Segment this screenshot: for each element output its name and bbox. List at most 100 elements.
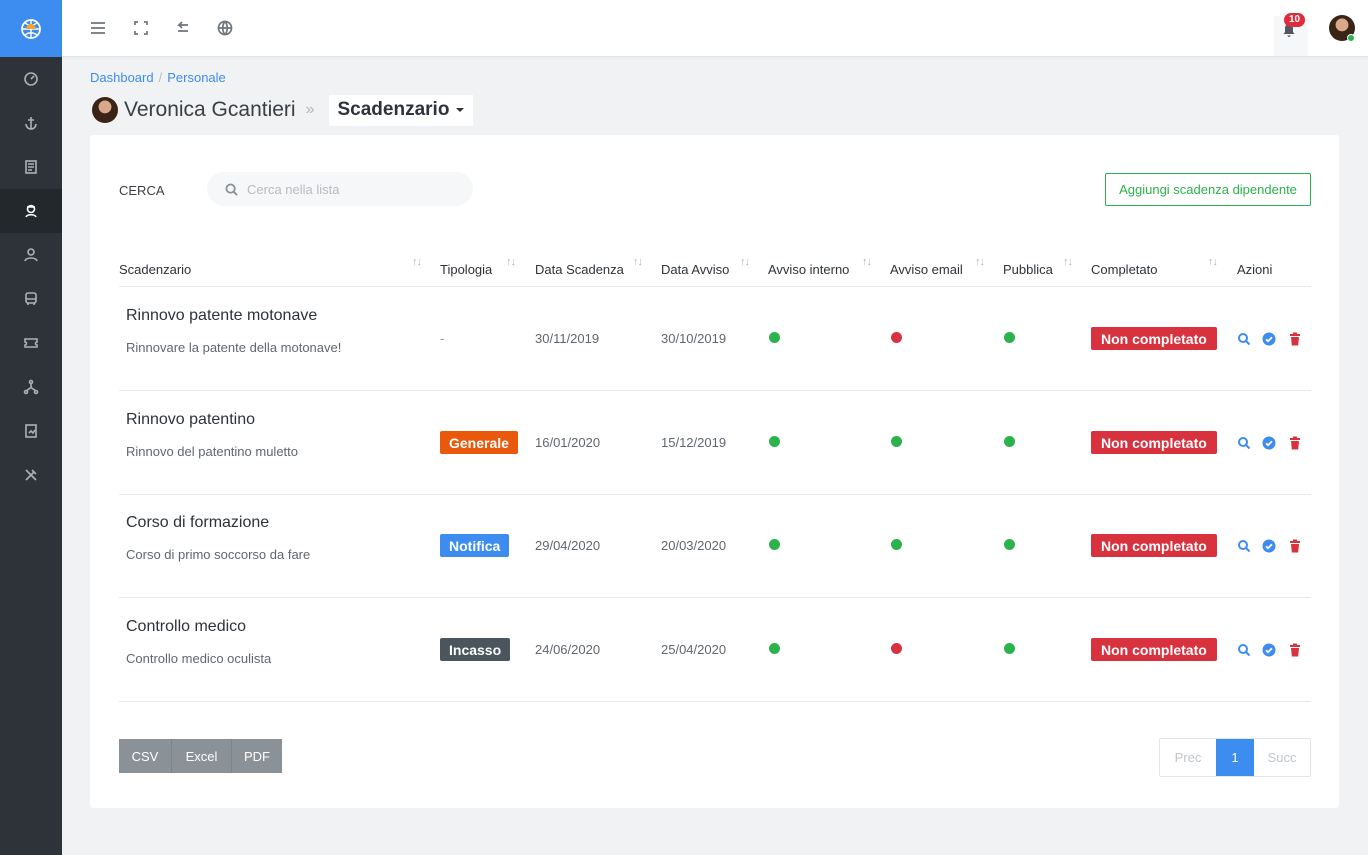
sort-icon[interactable]: ↑↓ [1208,256,1218,268]
deadline-title: Corso di formazione [126,514,270,531]
section-dropdown[interactable]: Scadenzario [328,94,474,126]
col-avviso-interno[interactable]: Avviso interno [768,262,849,277]
sort-icon[interactable]: ↑↓ [506,256,516,268]
sort-icon[interactable]: ↑↓ [412,256,422,268]
delete-trash-icon[interactable] [1288,643,1302,657]
pagination: Prec 1 Succ [1159,738,1311,777]
sort-icon[interactable]: ↑↓ [740,256,750,268]
published-indicator [1004,539,1015,550]
table-row: Rinnovo patentino Rinnovo del patentino … [119,391,1311,495]
view-search-icon[interactable] [1237,643,1251,657]
pagination-page-current[interactable]: 1 [1216,739,1254,776]
due-date: 16/01/2020 [535,435,601,450]
sidebar-item-tickets[interactable] [0,321,62,365]
email-notice-indicator [891,643,902,654]
col-avviso-email[interactable]: Avviso email [890,262,963,277]
app-logo[interactable] [0,0,62,57]
search-box [207,172,473,206]
breadcrumb-personale[interactable]: Personale [167,70,226,85]
due-date: 24/06/2020 [535,642,601,657]
page-header: Veronica Gcantieri » Scadenzario [92,94,474,126]
deadline-description: Corso di primo soccorso da fare [126,547,311,562]
sidebar-item-tools[interactable] [0,453,62,497]
published-indicator [1004,436,1015,447]
deadline-title: Controllo medico [126,618,247,635]
pagination-prev[interactable]: Prec [1160,739,1216,776]
internal-notice-indicator [769,643,780,654]
published-indicator [1004,643,1015,654]
sidebar-item-dashboard[interactable] [0,57,62,101]
col-pubblica[interactable]: Pubblica [1003,262,1053,277]
ticket-icon [24,338,38,348]
person-name: Veronica Gcantieri [124,98,296,121]
col-data-avviso[interactable]: Data Avviso [661,262,729,277]
fullscreen-button[interactable] [131,18,151,38]
internal-notice-indicator [769,332,780,343]
caret-down-icon [456,107,465,112]
report-icon [25,424,37,438]
complete-check-icon[interactable] [1262,643,1276,657]
delete-trash-icon[interactable] [1288,539,1302,553]
export-excel-button[interactable]: Excel [171,739,231,773]
delete-trash-icon[interactable] [1288,436,1302,450]
type-badge: Generale [440,431,518,454]
topbar: 10 [62,0,1368,57]
deadline-description: Controllo medico oculista [126,651,272,666]
complete-check-icon[interactable] [1262,539,1276,553]
type-empty: - [440,331,445,346]
sidebar-item-anchor[interactable] [0,101,62,145]
staff-icon [25,204,37,218]
col-tipologia[interactable]: Tipologia [440,262,492,277]
sidebar-item-network[interactable] [0,365,62,409]
sidebar-item-users[interactable] [0,233,62,277]
sort-icon[interactable]: ↑↓ [975,256,985,268]
language-button[interactable] [215,18,235,38]
internal-notice-indicator [769,436,780,447]
view-search-icon[interactable] [1237,436,1251,450]
view-search-icon[interactable] [1237,539,1251,553]
anchor-icon [25,117,37,130]
add-deadline-button[interactable]: Aggiungi scadenza dipendente [1105,173,1311,206]
published-indicator [1004,332,1015,343]
search-input[interactable] [247,181,447,197]
sort-icon[interactable]: ↑↓ [1063,256,1073,268]
notice-date: 25/04/2020 [661,642,727,657]
email-notice-indicator [891,332,902,343]
search-icon [225,182,238,196]
complete-check-icon[interactable] [1262,436,1276,450]
complete-check-icon[interactable] [1262,332,1276,346]
delete-trash-icon[interactable] [1288,332,1302,346]
network-icon [23,379,39,395]
export-pdf-button[interactable]: PDF [231,739,282,773]
sidebar-item-transport[interactable] [0,277,62,321]
view-search-icon[interactable] [1237,332,1251,346]
sort-icon[interactable]: ↑↓ [633,256,643,268]
type-badge: Incasso [440,638,511,661]
col-scadenzario[interactable]: Scadenzario [119,262,191,277]
col-completato[interactable]: Completato [1091,262,1157,277]
type-badge: Notifica [440,534,510,557]
sort-icon[interactable]: ↑↓ [862,256,872,268]
table-header: Scadenzario ↑↓ Tipologia ↑↓ Data Scadenz… [119,250,1311,287]
status-badge: Non completato [1091,327,1217,350]
pagination-next[interactable]: Succ [1254,739,1310,776]
col-azioni: Azioni [1237,262,1273,277]
notice-date: 30/10/2019 [661,331,727,346]
menu-toggle[interactable] [88,18,108,38]
due-date: 30/11/2019 [535,331,600,346]
back-button[interactable] [173,18,193,38]
sidebar-item-reports[interactable] [0,409,62,453]
sidebar-item-staff[interactable] [0,189,62,233]
export-csv-button[interactable]: CSV [119,739,171,773]
section-dropdown-label: Scadenzario [337,98,450,120]
sidebar [0,0,62,855]
col-data-scadenza[interactable]: Data Scadenza [535,262,624,277]
status-badge: Non completato [1091,431,1217,454]
sidebar-item-documents[interactable] [0,145,62,189]
table-row: Rinnovo patente motonave Rinnovare la pa… [119,287,1311,391]
online-status-indicator [1347,34,1355,42]
table-row: Controllo medico Controllo medico oculis… [119,598,1311,702]
deadline-title: Rinnovo patente motonave [126,307,318,324]
email-notice-indicator [891,539,902,550]
breadcrumb-dashboard[interactable]: Dashboard [90,70,154,85]
